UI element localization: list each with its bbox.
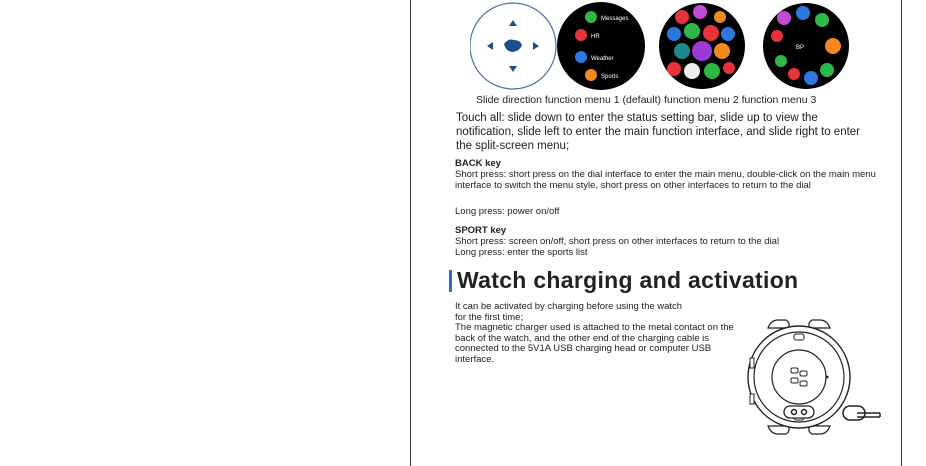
- touch-all-text: Touch all: slide down to enter the statu…: [456, 112, 861, 152]
- section-accent-bar: [449, 270, 452, 292]
- back-key-long-press: Long press: power on/off: [455, 206, 560, 217]
- charging-instructions: It can be activated by charging before u…: [455, 301, 740, 365]
- menu1-label-weather: Weather: [591, 56, 614, 62]
- sport-key-long-press: Long press: enter the sports list: [455, 247, 588, 258]
- menu1-label-hr: HR: [591, 34, 600, 40]
- watch-back-charger-illustration: [747, 319, 881, 435]
- sport-key-short-press: Short press: screen on/off, short press …: [455, 236, 780, 247]
- function-menu-3: BP: [763, 3, 849, 89]
- menu1-label-messages: Messages: [601, 16, 628, 22]
- slide-direction-diagram: [470, 2, 557, 90]
- menu1-label-sports: Sports: [601, 74, 618, 80]
- charging-line-1: It can be activated by charging before u…: [455, 301, 683, 312]
- function-menu-2: [659, 3, 745, 89]
- function-menu-1: Messages HR Weather Sports: [557, 2, 645, 90]
- back-key-title: BACK key: [455, 158, 501, 169]
- menu-style-illustrations: Messages HR Weather Sports BP: [470, 2, 849, 90]
- menu3-label-bp: BP: [796, 45, 804, 51]
- back-key-short-press: Short press: short press on the dial int…: [455, 169, 876, 191]
- section-title: Watch charging and activation: [457, 267, 799, 293]
- sport-key-title: SPORT key: [455, 225, 507, 236]
- menu-caption: Slide direction function menu 1 (default…: [476, 94, 817, 106]
- charging-body: The magnetic charger used is attached to…: [455, 322, 734, 365]
